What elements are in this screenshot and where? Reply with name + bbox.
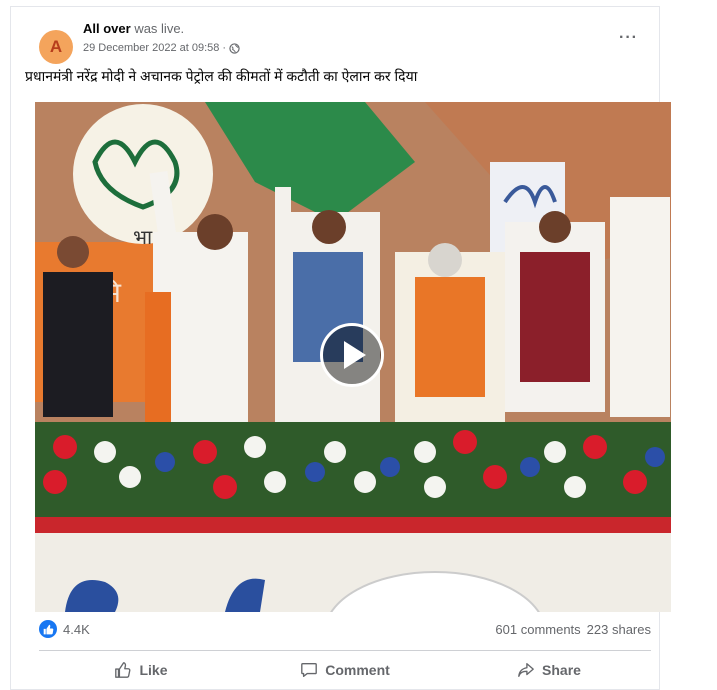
author-action: was live. xyxy=(134,21,185,36)
like-reaction-icon[interactable] xyxy=(39,620,57,638)
author-name[interactable]: All over xyxy=(83,21,131,36)
share-count[interactable]: 223 shares xyxy=(587,622,651,637)
play-button[interactable] xyxy=(320,323,384,387)
thumbs-up-icon xyxy=(115,662,131,678)
share-label: Share xyxy=(542,662,581,678)
like-label: Like xyxy=(139,662,168,678)
comment-icon xyxy=(301,663,318,677)
comment-label: Comment xyxy=(325,662,390,678)
post-meta: 29 December 2022 at 09:58 · xyxy=(83,41,240,55)
share-button[interactable]: Share xyxy=(447,655,651,685)
reaction-count[interactable]: 4.4K xyxy=(63,622,90,637)
comment-button[interactable]: Comment xyxy=(243,655,447,685)
author-line: All over was live. xyxy=(83,21,184,37)
like-button[interactable]: Like xyxy=(39,655,243,685)
post-caption: प्रधानमंत्री नरेंद्र मोदी ने अचानक पेट्र… xyxy=(25,68,418,84)
post-card: A All over was live. 29 December 2022 at… xyxy=(10,6,671,690)
action-bar: Like Comment Share xyxy=(39,655,651,685)
engagement-stats: 4.4K 601 comments 223 shares xyxy=(39,619,651,639)
video-player[interactable]: भा मि xyxy=(35,102,671,612)
avatar[interactable]: A xyxy=(39,30,73,64)
post-timestamp[interactable]: 29 December 2022 at 09:58 · xyxy=(83,41,226,55)
share-icon xyxy=(518,663,534,677)
divider xyxy=(39,650,651,651)
more-options-icon[interactable]: ··· xyxy=(619,30,641,47)
comment-count[interactable]: 601 comments xyxy=(495,622,580,637)
svg-text:भा: भा xyxy=(133,225,153,249)
globe-icon[interactable] xyxy=(229,42,240,54)
play-icon xyxy=(344,341,366,369)
